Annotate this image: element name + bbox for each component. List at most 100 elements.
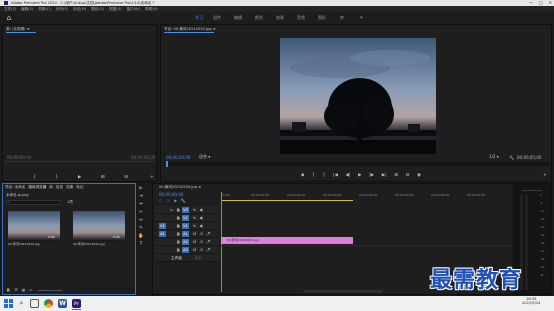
track-lock-icon[interactable]: 🔒: [175, 223, 182, 229]
solo-icon[interactable]: S: [198, 239, 205, 245]
workspace-tab-editing[interactable]: 编辑: [234, 12, 242, 24]
icon-view-icon[interactable]: ▦: [22, 288, 25, 292]
workspace-tab-learn[interactable]: 学习: [195, 12, 203, 24]
mark-out-icon[interactable]: }: [323, 173, 326, 179]
eye-icon[interactable]: ◉: [198, 207, 205, 213]
selection-tool-icon[interactable]: ▶: [138, 186, 144, 192]
solo-icon[interactable]: S: [198, 247, 205, 253]
voiceover-icon[interactable]: 🎤: [205, 239, 212, 245]
premiere-pro-icon[interactable]: Pr: [72, 299, 81, 308]
lift-icon[interactable]: ⊞: [394, 173, 398, 179]
workspace-tab-assembly[interactable]: 组件: [213, 12, 221, 24]
program-timecode[interactable]: 00;00;00;00: [166, 155, 190, 160]
export-frame-icon[interactable]: ◉: [417, 173, 421, 179]
freeform-view-icon[interactable]: ▭: [29, 288, 32, 292]
track-lock-icon[interactable]: 🔒: [175, 239, 182, 245]
source-patch-a1[interactable]: A1: [159, 231, 166, 237]
pen-tool-icon[interactable]: ✎: [138, 226, 144, 232]
timeline-horizontal-scrollbar[interactable]: [303, 290, 383, 293]
wrench-icon[interactable]: 🔧: [509, 155, 514, 160]
workspace-more-icon[interactable]: »: [360, 12, 363, 24]
sync-lock-icon[interactable]: ⇆: [191, 215, 198, 221]
source-add-button-icon[interactable]: +: [150, 175, 154, 180]
windows-logo-icon[interactable]: [4, 299, 13, 308]
tab-info[interactable]: 信息: [56, 185, 63, 190]
source-patch-toggle[interactable]: ▭: [168, 207, 175, 213]
extract-icon[interactable]: ⊟: [406, 173, 410, 179]
voiceover-icon[interactable]: 🎤: [205, 231, 212, 237]
source-mark-in-icon[interactable]: {: [33, 175, 36, 180]
mute-icon[interactable]: M: [191, 247, 198, 253]
track-name-a3[interactable]: A3: [182, 247, 189, 253]
source-overwrite-icon[interactable]: ⊟: [124, 175, 128, 180]
track-lock-icon[interactable]: 🔒: [175, 215, 182, 221]
ripple-edit-tool-icon[interactable]: ⇔: [138, 202, 144, 208]
track-lock-icon[interactable]: 🔒: [175, 231, 182, 237]
timeline-timecode[interactable]: 00;00;00;00: [159, 192, 183, 197]
mute-icon[interactable]: M: [191, 239, 198, 245]
hand-tool-icon[interactable]: ✋: [138, 234, 144, 240]
mute-icon[interactable]: M: [191, 231, 198, 237]
source-scrubber[interactable]: [5, 161, 155, 162]
eye-icon[interactable]: ◉: [198, 215, 205, 221]
track-name-v2[interactable]: V2: [182, 215, 189, 221]
razor-tool-icon[interactable]: ✂: [138, 210, 144, 216]
track-name-v3[interactable]: V3: [182, 207, 189, 213]
tab-media-browser[interactable]: 媒体浏览器: [28, 185, 46, 190]
step-back-icon[interactable]: ◀|: [346, 173, 351, 179]
project-item-thumbnail[interactable]: 5;00: [8, 211, 60, 241]
source-insert-icon[interactable]: ⊞: [101, 175, 105, 180]
timeline-ruler[interactable]: 00;00 00;00;01;00 00;00;02;00 00;00;03;0…: [221, 193, 511, 199]
slip-tool-icon[interactable]: ↔: [138, 218, 144, 224]
program-fit-dropdown[interactable]: 适合 ▾: [199, 154, 210, 160]
master-track-value[interactable]: 0.0: [195, 255, 201, 261]
add-marker-icon[interactable]: ◆: [301, 173, 304, 179]
project-search-input[interactable]: ⌕: [6, 200, 61, 205]
sync-lock-icon[interactable]: ⇆: [191, 207, 198, 213]
lock-icon[interactable]: 🔒: [6, 288, 10, 292]
track-lock-icon[interactable]: 🔒: [175, 247, 182, 253]
track-select-tool-icon[interactable]: ⇥: [138, 194, 144, 200]
add-marker-icon[interactable]: ◆: [174, 198, 177, 203]
search-icon[interactable]: ⌕: [17, 299, 26, 308]
program-add-button-icon[interactable]: +: [543, 173, 547, 178]
track-name-a2[interactable]: A2: [182, 239, 189, 245]
mark-in-icon[interactable]: {: [312, 173, 315, 179]
chrome-icon[interactable]: [44, 299, 53, 308]
program-playhead[interactable]: [166, 161, 168, 167]
step-forward-icon[interactable]: |▶: [369, 173, 374, 179]
track-name-a1[interactable]: A1: [182, 231, 189, 237]
workspace-tab-color[interactable]: 颜色: [255, 12, 263, 24]
voiceover-icon[interactable]: 🎤: [205, 247, 212, 253]
snap-icon[interactable]: ⊂: [159, 198, 162, 203]
eye-icon[interactable]: ◉: [198, 223, 205, 229]
solo-icon[interactable]: S: [198, 231, 205, 237]
source-patch-v1[interactable]: V1: [159, 223, 166, 229]
type-tool-icon[interactable]: T: [138, 242, 144, 248]
linked-selection-icon[interactable]: ⊃: [166, 198, 169, 203]
zoom-slider[interactable]: [38, 290, 62, 291]
task-view-icon[interactable]: [30, 299, 39, 308]
source-mark-out-icon[interactable]: }: [55, 175, 58, 180]
tab-libraries[interactable]: 库: [49, 185, 53, 190]
track-name-v1[interactable]: V1: [182, 223, 189, 229]
taskbar-clock[interactable]: 16:35 2021/5/24: [522, 297, 540, 305]
work-area-bar[interactable]: [221, 200, 353, 201]
workspace-tab-effects[interactable]: 效果: [276, 12, 284, 24]
project-item-thumbnail[interactable]: 5;00: [73, 211, 125, 241]
workspace-tab-audio[interactable]: 音频: [297, 12, 305, 24]
timeline-settings-icon[interactable]: 🔧: [181, 198, 186, 203]
tab-project[interactable]: 项目: 未命名: [5, 185, 25, 190]
home-icon[interactable]: ⌂: [5, 14, 13, 22]
program-resolution-dropdown[interactable]: 1/2 ▾: [489, 154, 499, 159]
workspace-tab-graphics[interactable]: 图形: [318, 12, 326, 24]
go-to-out-icon[interactable]: ▶|: [382, 173, 387, 179]
workspace-tab-libraries[interactable]: 库: [340, 12, 344, 24]
sync-lock-icon[interactable]: ⇆: [191, 223, 198, 229]
sequence-tab[interactable]: 00;黄河20210520.jpg ≡: [159, 185, 201, 190]
timeline-clip[interactable]: 00;黄河20210520.jpg: [221, 237, 353, 244]
word-icon[interactable]: W: [58, 299, 67, 308]
go-to-in-icon[interactable]: |◀: [333, 173, 338, 179]
list-view-icon[interactable]: ☰: [14, 288, 17, 292]
track-lock-icon[interactable]: 🔒: [175, 207, 182, 213]
